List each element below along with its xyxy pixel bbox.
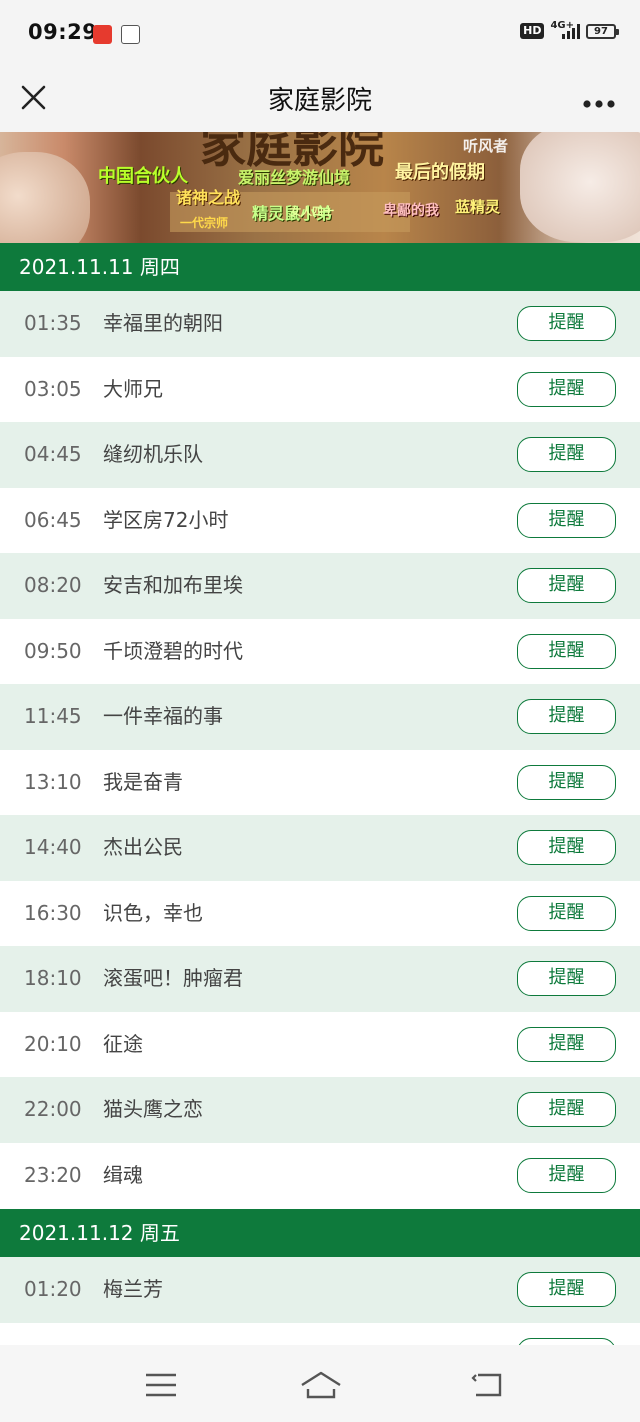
program-time: 01:35 — [24, 311, 82, 335]
program-title: 杰出公民 — [103, 835, 183, 859]
program-time: 11:45 — [24, 704, 82, 728]
program-row: 06:45 学区房72小时 提醒 — [0, 488, 640, 554]
program-time: 16:30 — [24, 900, 82, 925]
page-header: 家庭影院 — [0, 66, 640, 132]
remind-button[interactable]: 提醒 — [517, 830, 616, 865]
banner-text: 听风者 — [463, 137, 509, 155]
back-icon — [471, 1373, 502, 1397]
program-title: 缝纫机乐队 — [103, 442, 203, 466]
program-row: 18:10 滚蛋吧！肿瘤君 提醒 — [0, 946, 640, 1012]
banner-text: 爱丽丝梦游仙境 — [238, 168, 351, 187]
program-row: 16:30 识色，幸也 提醒 — [0, 881, 640, 947]
program-time: 06:45 — [24, 507, 82, 532]
status-bar: 09:29 HD 4G+ 97 — [0, 0, 640, 66]
program-row: 01:20 梅兰芳 提醒 — [0, 1257, 640, 1323]
program-row: 03:05 大师兄 提醒 — [0, 357, 640, 423]
program-title: 一件幸福的事 — [103, 704, 223, 728]
more-button[interactable] — [582, 94, 616, 108]
program-row: 13:10 我是奋青 提醒 — [0, 750, 640, 816]
banner-text: 一代宗师 — [180, 216, 229, 230]
remind-button[interactable]: 提醒 — [517, 1092, 616, 1127]
program-title: 滚蛋吧！肿瘤君 — [103, 966, 243, 990]
program-title: 安吉和加布里埃 — [103, 573, 243, 597]
remind-button[interactable]: 提醒 — [517, 371, 616, 407]
program-row: 09:50 千顷澄碧的时代 提醒 — [0, 619, 640, 685]
banner-text: 卑鄙的我 — [383, 203, 439, 219]
remind-button[interactable]: 提醒 — [517, 437, 616, 472]
program-title: 猫头鹰之恋 — [103, 1097, 203, 1121]
news-app-icon — [93, 25, 112, 44]
program-time: 14:40 — [24, 835, 82, 859]
program-time: 20:10 — [24, 1031, 82, 1056]
program-time: 09:50 — [24, 638, 82, 663]
program-time: 13:10 — [24, 769, 82, 794]
system-nav-bar — [0, 1345, 640, 1422]
remind-button[interactable]: 提醒 — [517, 1157, 616, 1193]
program-title: 识色，幸也 — [103, 900, 203, 925]
date-header: 2021.11.11 周四 — [0, 243, 640, 291]
program-title: 幸福里的朝阳 — [103, 311, 223, 335]
battery-level: 97 — [594, 25, 608, 37]
program-title: 缉魂 — [103, 1162, 143, 1187]
program-time: 04:45 — [24, 442, 82, 466]
back-button[interactable] — [468, 1367, 508, 1403]
home-icon — [301, 1371, 341, 1399]
paw-app-icon — [121, 25, 140, 44]
program-time: 01:20 — [24, 1277, 82, 1301]
remind-button[interactable]: 提醒 — [517, 961, 616, 996]
program-time: 08:20 — [24, 573, 82, 597]
remind-button[interactable]: 提醒 — [517, 568, 616, 603]
remind-button[interactable]: 提醒 — [517, 306, 616, 341]
program-time: 18:10 — [24, 966, 82, 990]
program-title: 学区房72小时 — [103, 507, 229, 532]
battery-icon: 97 — [586, 23, 619, 39]
program-title: 征途 — [103, 1031, 143, 1056]
network-type: 4G+ — [550, 19, 574, 31]
status-time: 09:29 — [28, 20, 98, 44]
banner-text: 中国合伙人 — [98, 166, 188, 187]
status-indicators: HD 4G+ 97 — [520, 19, 619, 39]
program-row: 20:10 征途 提醒 — [0, 1012, 640, 1078]
remind-button[interactable]: 提醒 — [517, 633, 616, 669]
remind-button[interactable]: 提醒 — [517, 764, 616, 800]
program-row: 14:40 杰出公民 提醒 — [0, 815, 640, 881]
menu-icon — [146, 1373, 176, 1397]
program-row: 23:20 缉魂 提醒 — [0, 1143, 640, 1209]
remind-button[interactable]: 提醒 — [517, 699, 616, 734]
program-row: 11:45 一件幸福的事 提醒 — [0, 684, 640, 750]
menu-button[interactable] — [141, 1367, 181, 1403]
program-title: 我是奋青 — [103, 769, 183, 794]
banner-text: 蓝精灵 — [455, 198, 501, 216]
banner-text: 诸神之战 — [176, 188, 241, 207]
remind-button[interactable]: 提醒 — [517, 1272, 616, 1307]
hd-badge: HD — [520, 23, 545, 39]
program-title: 大师兄 — [103, 376, 163, 401]
more-icon — [583, 100, 615, 108]
remind-button[interactable]: 提醒 — [517, 1026, 616, 1062]
home-button[interactable] — [299, 1367, 341, 1403]
banner-text: 最后的假期 — [395, 162, 485, 183]
remind-button[interactable]: 提醒 — [517, 895, 616, 931]
program-title: 梅兰芳 — [103, 1277, 163, 1301]
date-header: 2021.11.12 周五 — [0, 1209, 640, 1257]
program-row: 04:45 缝纫机乐队 提醒 — [0, 422, 640, 488]
program-row: 08:20 安吉和加布里埃 提醒 — [0, 553, 640, 619]
remind-button[interactable]: 提醒 — [517, 502, 616, 538]
program-row: 01:35 幸福里的朝阳 提醒 — [0, 291, 640, 357]
program-title: 千顷澄碧的时代 — [103, 638, 243, 663]
program-time: 22:00 — [24, 1097, 82, 1121]
program-time: 23:20 — [24, 1162, 82, 1187]
page-title: 家庭影院 — [267, 86, 372, 116]
program-time: 03:05 — [24, 376, 82, 401]
program-row: 22:00 猫头鹰之恋 提醒 — [0, 1077, 640, 1143]
banner-text: 女人四十 — [290, 205, 334, 218]
banner-image: 家庭影院 中国合伙人 爱丽丝梦游仙境 最后的假期 诸神之战 精灵鼠小弟 卑鄙的我… — [0, 132, 640, 243]
program-list: 01:35 幸福里的朝阳 提醒 03:05 大师兄 提醒 04:45 缝纫机乐队 提醒 06:45… — [0, 291, 640, 1208]
